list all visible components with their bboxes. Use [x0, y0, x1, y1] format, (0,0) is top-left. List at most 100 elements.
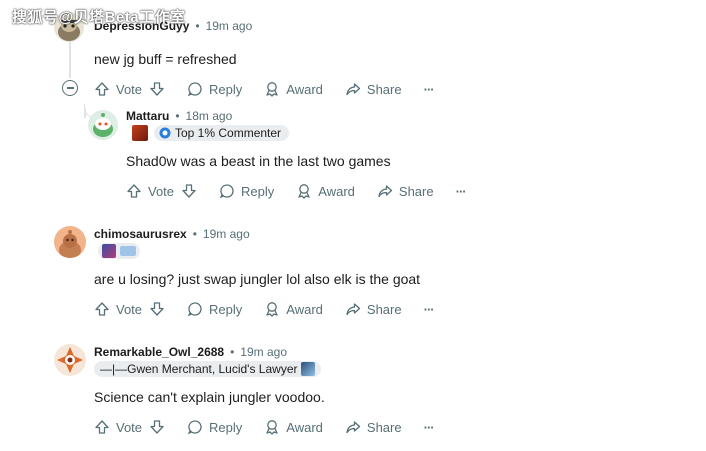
award-icon: [298, 184, 310, 199]
award-label: Award: [286, 301, 323, 317]
downvote-button[interactable]: [149, 301, 165, 317]
share-button[interactable]: Share: [345, 81, 402, 97]
award-button[interactable]: Award: [264, 301, 323, 317]
upvote-icon: [127, 184, 141, 198]
downvote-button[interactable]: [181, 183, 197, 199]
comment-body: are u losing? just swap jungler lol also…: [94, 271, 421, 287]
vote-label: Vote: [116, 301, 143, 317]
avatar[interactable]: [54, 344, 86, 376]
avatar[interactable]: [88, 110, 118, 140]
ellipsis-icon: ···: [455, 183, 467, 199]
comment-bubble-icon: [219, 184, 234, 199]
comment-header: Remarkable_Owl_2688 • 19m ago: [94, 345, 287, 359]
ellipsis-icon: ···: [423, 81, 435, 97]
share-label: Share: [398, 183, 434, 199]
downvote-button[interactable]: [149, 419, 165, 435]
commenter-badge-icon: [159, 127, 171, 139]
award-label: Award: [286, 81, 323, 97]
award-icon: [266, 302, 278, 317]
vote-label: Vote: [116, 419, 143, 435]
flair-text: —|—Gwen Merchant, Lucid's Lawyer: [100, 362, 298, 376]
vote-label: Vote: [116, 81, 143, 97]
flair-emoji: [102, 244, 116, 258]
timestamp[interactable]: 18m ago: [186, 109, 233, 123]
share-label: Share: [366, 81, 402, 97]
reply-label: Reply: [241, 183, 275, 199]
ellipsis-icon: ···: [423, 301, 435, 317]
username[interactable]: chimosaurusrex: [94, 227, 187, 241]
flair-row: [98, 243, 140, 259]
award-button[interactable]: Award: [296, 183, 355, 199]
timestamp[interactable]: 19m ago: [203, 227, 250, 241]
downvote-icon: [150, 302, 164, 316]
comment-actions: Vote Reply Award Share ···: [94, 297, 435, 321]
share-label: Share: [366, 301, 402, 317]
comment-bubble-icon: [187, 302, 202, 317]
reply-button[interactable]: Reply: [187, 419, 242, 435]
share-label: Share: [366, 419, 402, 435]
timestamp[interactable]: 19m ago: [206, 19, 253, 33]
username[interactable]: Remarkable_Owl_2688: [94, 345, 224, 359]
reply-label: Reply: [209, 419, 243, 435]
comment-body: new jg buff = refreshed: [94, 51, 237, 67]
separator-dot: •: [175, 109, 180, 123]
flair-emoji: [301, 362, 316, 376]
flair-row: Top 1% Commenter: [132, 125, 290, 141]
flair-text: Top 1% Commenter: [175, 126, 282, 140]
thread-line: [69, 42, 71, 78]
reply-button[interactable]: Reply: [187, 301, 242, 317]
more-options-button[interactable]: ···: [423, 419, 435, 435]
share-icon: [378, 185, 393, 198]
flair-row: —|—Gwen Merchant, Lucid's Lawyer: [94, 361, 322, 377]
upvote-icon: [95, 302, 109, 316]
upvote-icon: [95, 420, 109, 434]
comment-actions: Vote Reply Award Share ···: [126, 179, 467, 203]
comment-header: Mattaru • 18m ago: [126, 109, 232, 123]
upvote-button[interactable]: Vote: [94, 419, 142, 435]
top-commenter-badge: Top 1% Commenter: [154, 125, 290, 141]
comment-bubble-icon: [187, 82, 202, 97]
share-button[interactable]: Share: [345, 419, 402, 435]
reply-button[interactable]: Reply: [219, 183, 274, 199]
username[interactable]: Mattaru: [126, 109, 169, 123]
share-icon: [346, 421, 361, 434]
award-icon: [266, 82, 278, 97]
more-options-button[interactable]: ···: [455, 183, 467, 199]
separator-dot: •: [230, 345, 235, 359]
comment-actions: Vote Reply Award Share ···: [94, 77, 435, 101]
comment-actions: Vote Reply Award Share ···: [94, 415, 435, 439]
comment-body: Shad0w was a beast in the last two games: [126, 153, 391, 169]
award-label: Award: [318, 183, 355, 199]
more-options-button[interactable]: ···: [423, 81, 435, 97]
upvote-icon: [95, 82, 109, 96]
avatar[interactable]: [54, 226, 86, 258]
separator-dot: •: [192, 227, 197, 241]
award-icon: [266, 420, 278, 435]
user-flair: —|—Gwen Merchant, Lucid's Lawyer: [94, 361, 322, 377]
downvote-icon: [182, 184, 196, 198]
separator-dot: •: [195, 19, 200, 33]
share-icon: [346, 303, 361, 316]
award-button[interactable]: Award: [264, 419, 323, 435]
share-button[interactable]: Share: [345, 301, 402, 317]
watermark: 搜狐号@贝塔Beta工作室: [12, 9, 186, 26]
comment-header: chimosaurusrex • 19m ago: [94, 227, 250, 241]
collapse-thread-button[interactable]: [62, 80, 78, 96]
award-label: Award: [286, 419, 323, 435]
ellipsis-icon: ···: [423, 419, 435, 435]
share-icon: [346, 83, 361, 96]
upvote-button[interactable]: Vote: [94, 301, 142, 317]
upvote-button[interactable]: Vote: [126, 183, 174, 199]
user-flair-emoji: [132, 125, 148, 141]
downvote-icon: [150, 82, 164, 96]
share-button[interactable]: Share: [377, 183, 434, 199]
flair-emoji: [120, 246, 136, 256]
reply-label: Reply: [209, 81, 243, 97]
comment-body: Science can't explain jungler voodoo.: [94, 389, 325, 405]
reply-button[interactable]: Reply: [187, 81, 242, 97]
more-options-button[interactable]: ···: [423, 301, 435, 317]
award-button[interactable]: Award: [264, 81, 323, 97]
downvote-button[interactable]: [149, 81, 165, 97]
upvote-button[interactable]: Vote: [94, 81, 142, 97]
timestamp[interactable]: 19m ago: [240, 345, 287, 359]
